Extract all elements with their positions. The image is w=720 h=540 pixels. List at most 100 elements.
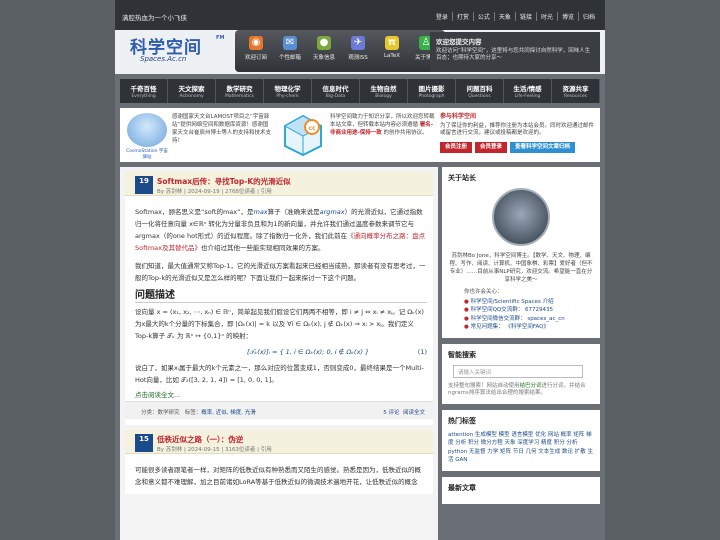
post-softmax-topk: 19 Softmax后传：寻找Top-K的光滑近似 By 苏剑林 | 2024-… [125, 172, 433, 425]
about-link-wechat[interactable]: ● 科学空间微信交流群： spaces_ac_cn [464, 315, 594, 324]
quick-link-label: 欢迎订阅 [244, 55, 267, 61]
avatar [492, 188, 550, 246]
nav-item-sublabel: Big-Data [325, 94, 346, 99]
nav-item-3[interactable]: 物理化学 Phy-chem [264, 79, 312, 103]
top-link-login[interactable]: 登录 [432, 12, 452, 21]
nav-item-2[interactable]: 数学研究 Mathematics [216, 79, 264, 103]
nav-item-sublabel: Biology [375, 94, 392, 99]
link-key: 科学空间QQ交流群： [470, 307, 524, 313]
nav-item-4[interactable]: 信息时代 Big-Data [312, 79, 360, 103]
notice-bar: CosmoStation 宇宙驿站 感谢国家天文台LAMOST项目之“宇宙驿站”… [120, 108, 600, 162]
quick-link-3[interactable]: ✈ 观测ISS [343, 34, 373, 61]
nav-item-9[interactable]: 资源共享 Resources [552, 79, 600, 103]
about-link-faq[interactable]: ● 常见问题集： 《科学空间FAQ》 [464, 323, 594, 332]
login-button[interactable]: 会员登录 [475, 141, 508, 153]
top-link-timeline[interactable]: 时光 [535, 12, 557, 21]
tag-cloud[interactable]: attention 生成模型 模型 语言模型 优化 网站 概率 矩阵 梯度 分析… [448, 431, 594, 465]
post-body: 可能很多读者跟笔者一样，对矩阵的低秩近似有种熟悉而又陌生的感觉。熟悉是因为，低秩… [125, 454, 433, 488]
top-link-archive[interactable]: 归档 [577, 12, 599, 21]
read-more-link[interactable]: 点击阅读全文... [135, 389, 427, 401]
main-content: 19 Softmax后传：寻找Top-K的光滑近似 By 苏剑林 | 2024-… [120, 167, 438, 540]
about-link-intro[interactable]: ● 科学空间/Scientific Spaces 介绍 [464, 298, 594, 307]
nav-item-label: 资源共享 [562, 85, 589, 93]
post-category[interactable]: 分类：数学研究 [141, 410, 180, 416]
math-argmax: argmax [319, 208, 345, 216]
archive-button[interactable]: 查看科学空间文章归档 [510, 141, 576, 153]
page: 满腔热血为一个小飞侠 登录 打赏 公式 天象 链接 时光 博览 归档 科学空间 … [115, 0, 605, 540]
about-link-qq[interactable]: ● 科学空间QQ交流群： 67729435 [464, 306, 594, 315]
sidebar: 关于站长 苏剑林Bo Jone，科学空间博主。【数学、天文、物理、编程、写作、阅… [442, 167, 600, 540]
post-paragraph-1: Softmax，顾名思义是“soft的max”，是max算子（准确来说是argm… [135, 206, 427, 254]
nav-item-5[interactable]: 生物自然 Biology [360, 79, 408, 103]
planet-icon: ● [317, 36, 331, 50]
nav-item-6[interactable]: 图片摄影 Photograph [408, 79, 456, 103]
post-paragraph-4: 说白了，如果xᵢ属于最大的k个元素之一，那么对应的位置变成1，否则变成0，最终结… [135, 364, 424, 384]
quick-link-2[interactable]: ● 天象信息 [309, 34, 339, 61]
post-paragraph-3: 设向量 x = (x₁, x₂, ⋯, xₙ) ∈ ℝⁿ，简单起见我们假设它们两… [135, 308, 424, 340]
quick-icon-bar: ◉ 欢迎订阅 ✉ 个性邮箱 ● 天象信息 ✈ 观测ISS π LaTeX ♙ 关于博主 [235, 30, 445, 72]
top-link-sky[interactable]: 天象 [493, 12, 515, 21]
join-box: 参与科学空间 为了保证你的利益，推荐你注册为本站会员。同时欢迎通过邮件或留言进行… [440, 113, 595, 153]
join-title: 参与科学空间 [440, 113, 477, 120]
join-buttons: 会员注册 会员登录 查看科学空间文章归档 [440, 141, 595, 153]
quick-link-4[interactable]: π LaTeX [377, 34, 407, 59]
top-link-links[interactable]: 链接 [514, 12, 536, 21]
cc-license-text: 科学空间致力于知识分享，所以欢迎您转载本站文章，但转载本站内容必须遵循 署名-非… [330, 113, 435, 137]
nav-item-8[interactable]: 生活/情感 Life-Feeling [504, 79, 552, 103]
top-link-browse[interactable]: 博览 [556, 12, 578, 21]
cosmostation-logo[interactable]: CosmoStation 宇宙驿站 [126, 113, 168, 160]
nav-item-label: 图片摄影 [418, 85, 445, 93]
post-header: 15 低秩近似之路（一）：伪逆 By 苏剑林 | 2024-09-15 | 31… [125, 430, 433, 454]
logo-subtitle: Spaces.Ac.cn [140, 55, 187, 63]
about-title: 关于站长 [448, 174, 476, 182]
post-tags-label: 标签： [184, 410, 202, 416]
formula-topk: [𝒯ₖ(x)]ᵢ = { 1, i ∈ Ωₖ(x); 0, i ∉ Ωₖ(x) … [135, 342, 427, 362]
quick-link-label: 天象信息 [312, 55, 335, 61]
search-note: 支持整句搜索！网站自动使用结巴分词进行分词，并结合ngrams排序算法给出合理的… [448, 383, 594, 398]
nav-item-label: 生物自然 [370, 85, 397, 93]
post-footer-right: 5 评论 阅读全文 [383, 408, 425, 416]
nav-item-label: 物理化学 [274, 85, 301, 93]
top-link-formula[interactable]: 公式 [472, 12, 494, 21]
slogan: 满腔热血为一个小飞侠 [122, 14, 187, 22]
p1-pre: Softmax，顾名思义是“soft的max”，是 [135, 208, 254, 216]
post-tags[interactable]: 概率, 近似, 梯度, 光滑 [201, 410, 256, 416]
quick-link-1[interactable]: ✉ 个性邮箱 [275, 34, 305, 61]
nav-item-label: 千奇百怪 [130, 85, 157, 93]
post-low-rank: 15 低秩近似之路（一）：伪逆 By 苏剑林 | 2024-09-15 | 31… [125, 430, 433, 494]
link-value: 《科学空间FAQ》 [505, 324, 549, 330]
post-title[interactable]: Softmax后传：寻找Top-K的光滑近似 [157, 176, 291, 187]
post-paragraph-1: 可能很多读者跟笔者一样，对矩阵的低秩近似有种熟悉而又陌生的感觉。熟悉是因为，低秩… [135, 466, 421, 486]
about-bio: 苏剑林Bo Jone，科学空间博主。【数学、天文、物理、编程、写作、阅读、计算机… [449, 253, 593, 283]
section-heading: 问题描述 [135, 290, 427, 303]
post-paragraph-2: 我们知道，最大值通常又称Top-1，它的光滑近似方案看起来已经相当成熟，那读者有… [135, 262, 426, 282]
quick-link-0[interactable]: ◉ 欢迎订阅 [241, 34, 271, 61]
post-title[interactable]: 低秩近似之路（一）：伪逆 [157, 434, 243, 445]
nav-item-sublabel: Resources [564, 94, 587, 99]
post-date: 19 [135, 176, 153, 194]
nav-item-7[interactable]: 问题百科 Questions [456, 79, 504, 103]
nav-item-1[interactable]: 天文探索 Astronomy [168, 79, 216, 103]
comments-link[interactable]: 5 评论 [383, 410, 399, 416]
top-link-donate[interactable]: 打赏 [451, 12, 473, 21]
register-button[interactable]: 会员注册 [440, 141, 473, 153]
nav-item-label: 生活/情感 [513, 85, 542, 93]
post-header: 19 Softmax后传：寻找Top-K的光滑近似 By 苏剑林 | 2024-… [125, 172, 433, 196]
main-nav: 千奇百怪 Everything 天文探索 Astronomy 数学研究 Mathemati… [120, 79, 600, 103]
note-pre: 支持整句搜索！网站自动使用 [448, 382, 520, 389]
nav-item-label: 信息时代 [322, 85, 349, 93]
site-logo[interactable]: 科学空间 FM Spaces.Ac.cn [130, 33, 230, 69]
post-footer: 分类：数学研究 标签：概率, 近似, 梯度, 光滑 5 评论 阅读全文 [125, 401, 433, 419]
search-input[interactable]: 请输入关键词 [453, 364, 583, 378]
read-all-link[interactable]: 阅读全文 [403, 410, 425, 416]
latest-box: 最新文章 [442, 476, 600, 504]
formula-body: [𝒯ₖ(x)]ᵢ = { 1, i ∈ Ωₖ(x); 0, i ∉ Ωₖ(x) … [247, 348, 370, 356]
search-box: 智能搜索 请输入关键词 支持整句搜索！网站自动使用结巴分词进行分词，并结合ngr… [442, 343, 600, 404]
top-links: 登录 打赏 公式 天象 链接 时光 博览 归档 [432, 12, 599, 21]
search-title: 智能搜索 [448, 350, 476, 359]
nav-item-0[interactable]: 千奇百怪 Everything [120, 79, 168, 103]
rss-icon: ◉ [249, 36, 263, 50]
link-key: 常见问题集： [470, 324, 504, 330]
jieba-link[interactable]: 结巴分词 [520, 383, 542, 389]
nav-item-label: 数学研究 [226, 85, 253, 93]
